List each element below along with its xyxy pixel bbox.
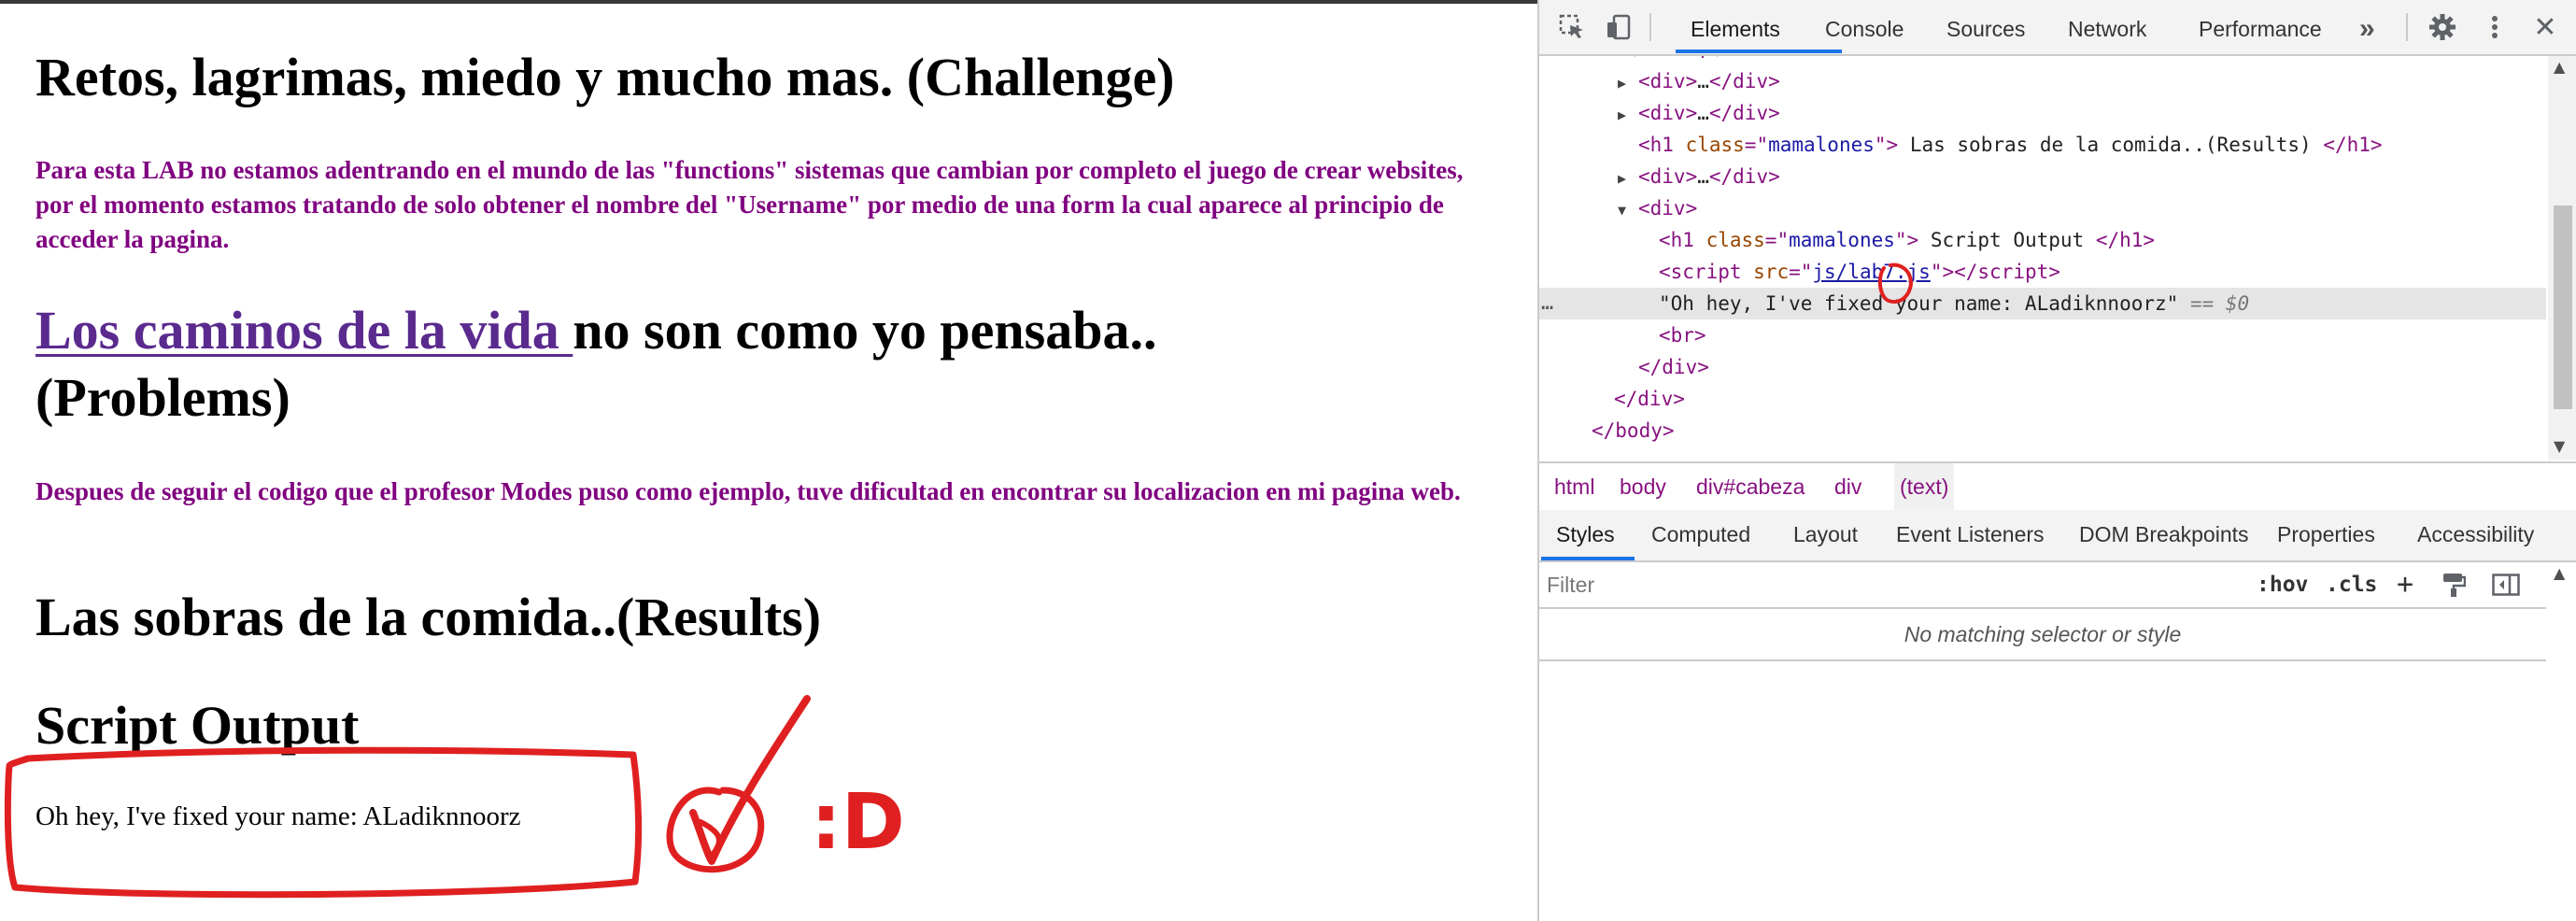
toolbar-separator [1649, 13, 1651, 41]
styles-tabbar: Styles Computed Layout Event Listeners D… [1539, 510, 2576, 562]
tab-performance[interactable]: Performance [2199, 0, 2322, 54]
dom-node-h1-results[interactable]: <h1 class="mamalones"> Las sobras de la … [1539, 129, 2546, 161]
tab-elements[interactable]: Elements [1691, 0, 1780, 54]
tab-console[interactable]: Console [1825, 0, 1904, 54]
script-output-text: Oh hey, I've fixed your name: ALadiknnoo… [35, 801, 521, 831]
styles-scrollbar[interactable]: ▲ [2548, 562, 2576, 880]
tab-accessibility[interactable]: Accessibility [2417, 510, 2534, 559]
scroll-down-icon[interactable]: ▼ [2554, 437, 2565, 455]
tab-network[interactable]: Network [2068, 0, 2146, 54]
breadcrumb: html body div#cabeza div (text) [1539, 461, 2576, 512]
dom-node-div-collapsed[interactable]: ▶ <div>…</div> [1539, 65, 2546, 97]
dom-node-div-partial[interactable]: <div>…</div> [1539, 56, 2546, 65]
dom-node-div-close[interactable]: </div> [1539, 351, 2546, 383]
dom-node-div-collapsed[interactable]: ▶ <div>…</div> [1539, 161, 2546, 192]
dom-scrollbar[interactable]: ▲ ▼ [2548, 56, 2576, 460]
styles-filter-input[interactable] [1545, 568, 2258, 602]
device-toolbar-icon[interactable] [1603, 11, 1635, 43]
settings-gear-icon[interactable] [2427, 11, 2458, 43]
dom-node-div-collapsed[interactable]: ▶ <div>…</div> [1539, 97, 2546, 129]
dom-node-body-close[interactable]: </body> [1539, 415, 2546, 446]
devtools-panel: Elements Console Sources Network Perform… [1537, 0, 2576, 921]
close-devtools-icon[interactable]: ✕ [2529, 11, 2561, 44]
hov-toggle[interactable]: :hov [2257, 562, 2308, 607]
crumb-div-cabeza[interactable]: div#cabeza [1696, 463, 1805, 510]
tab-event-listeners[interactable]: Event Listeners [1896, 510, 2045, 559]
problems-link[interactable]: Los caminos de la vida [35, 300, 573, 361]
crumb-html[interactable]: html [1554, 463, 1594, 510]
challenge-heading: Retos, lagrimas, miedo y mucho mas. (Cha… [35, 47, 1175, 107]
problems-heading-line2: (Problems) [35, 367, 290, 428]
crumb-body[interactable]: body [1620, 463, 1666, 510]
inspect-element-icon[interactable] [1556, 11, 1588, 43]
problems-heading: Los caminos de la vida no son como yo pe… [35, 297, 1156, 432]
tab-properties[interactable]: Properties [2277, 510, 2375, 559]
active-styles-tab-indicator [1541, 557, 1635, 560]
new-style-rule-icon[interactable]: + [2397, 562, 2413, 607]
dom-node-div-close[interactable]: </div> [1539, 383, 2546, 415]
scroll-up-icon[interactable]: ▲ [2554, 564, 2565, 582]
scroll-up-icon[interactable]: ▲ [2554, 58, 2565, 76]
dom-node-h1-script-output[interactable]: <h1 class="mamalones"> Script Output </h… [1539, 224, 2546, 256]
tab-styles[interactable]: Styles [1556, 510, 1615, 559]
webpage-content: Retos, lagrimas, miedo y mucho mas. (Cha… [0, 0, 1537, 921]
tab-computed[interactable]: Computed [1651, 510, 1750, 559]
node-actions-dots[interactable]: … [1541, 291, 1553, 315]
dom-tree: <div>…</div> ▶<div>…</div> ▶<div>…</div>… [1539, 56, 2546, 460]
script-src-link[interactable]: js/lab7.js [1812, 261, 1930, 283]
toolbar-separator-2 [2406, 13, 2408, 41]
tab-sources[interactable]: Sources [1946, 0, 2025, 54]
dom-node-script[interactable]: <script src="js/lab7.js"></script> [1539, 256, 2546, 288]
active-tab-indicator [1676, 50, 1842, 53]
paint-roller-icon[interactable] [2442, 572, 2467, 598]
tab-dom-breakpoints[interactable]: DOM Breakpoints [2079, 510, 2249, 559]
devtools-tabbar: Elements Console Sources Network Perform… [1539, 0, 2576, 56]
crumb-div[interactable]: div [1834, 463, 1861, 510]
scrollbar-thumb[interactable] [2554, 205, 2572, 409]
toggle-sidebar-icon[interactable] [2492, 574, 2520, 596]
dom-node-text-selected[interactable]: "Oh hey, I've fixed your name: ALadiknno… [1539, 288, 2546, 319]
challenge-paragraph: Para esta LAB no estamos adentrando en e… [35, 156, 1464, 253]
cls-toggle[interactable]: .cls [2326, 562, 2377, 607]
more-tabs-icon[interactable]: » [2359, 0, 2375, 54]
no-matching-style-message: No matching selector or style [1539, 609, 2546, 661]
problems-heading-rest: no son como yo pensaba.. [573, 300, 1157, 361]
kebab-menu-icon[interactable] [2479, 11, 2511, 43]
problems-paragraph: Despues de seguir el codigo que el profe… [35, 477, 1461, 505]
styles-filter-bar: :hov .cls + [1539, 562, 2546, 609]
script-output-heading: Script Output [35, 695, 360, 756]
dom-node-div-expanded[interactable]: ▼ <div> [1539, 192, 2546, 224]
crumb-text[interactable]: (text) [1894, 463, 1955, 510]
dom-node-br[interactable]: <br> [1539, 319, 2546, 351]
tab-layout[interactable]: Layout [1793, 510, 1858, 559]
results-heading: Las sobras de la comida..(Results) [35, 587, 822, 647]
